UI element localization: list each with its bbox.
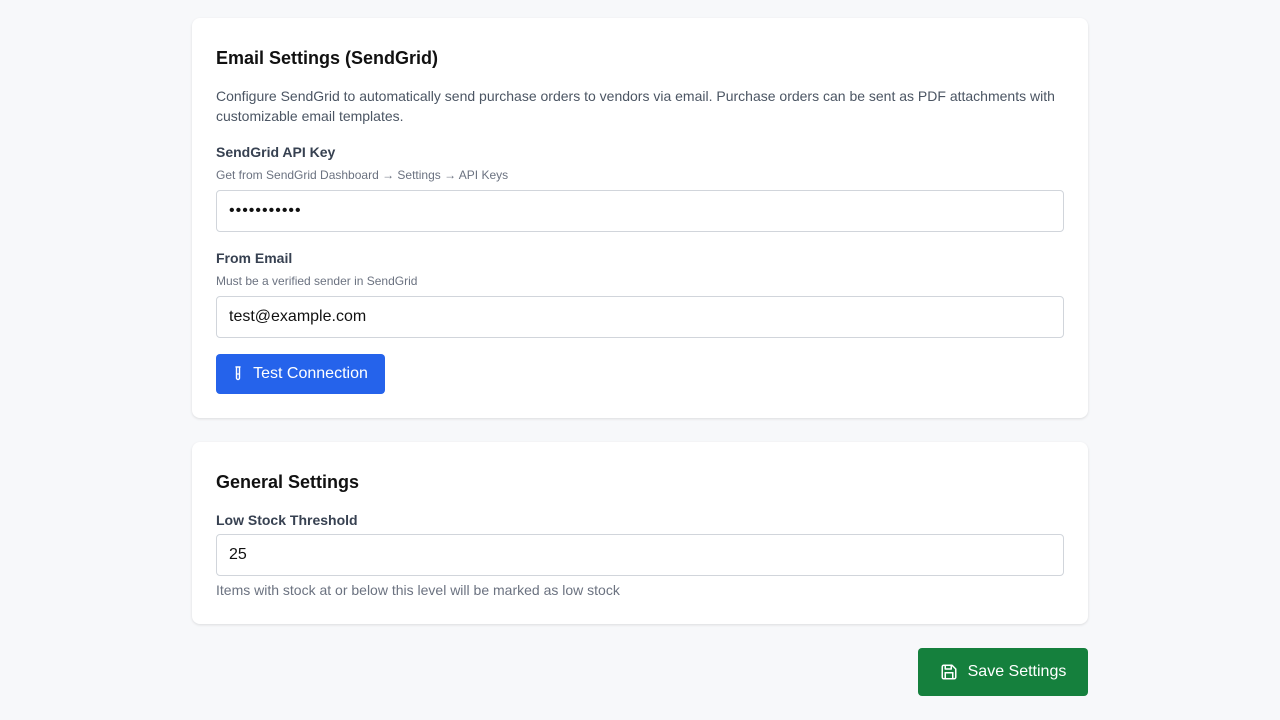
- save-settings-label: Save Settings: [967, 663, 1067, 680]
- low-stock-label: Low Stock Threshold: [216, 512, 358, 528]
- general-settings-card: General Settings Low Stock Threshold Ite…: [192, 442, 1088, 624]
- email-settings-card: Email Settings (SendGrid) Configure Send…: [192, 18, 1088, 418]
- from-email-input[interactable]: [216, 296, 1064, 338]
- test-tube-icon: [233, 366, 243, 382]
- api-key-hint: Get from SendGrid Dashboard → Settings →…: [216, 168, 509, 182]
- save-icon: [940, 663, 958, 681]
- general-settings-title: General Settings: [216, 472, 360, 492]
- low-stock-hint: Items with stock at or below this level …: [216, 582, 620, 598]
- test-connection-label: Test Connection: [253, 365, 368, 382]
- from-email-hint: Must be a verified sender in SendGrid: [216, 274, 418, 288]
- test-connection-button[interactable]: Test Connection: [216, 354, 385, 394]
- email-settings-description: Configure SendGrid to automatically send…: [216, 88, 1055, 124]
- email-settings-title: Email Settings (SendGrid): [216, 48, 439, 68]
- from-email-label: From Email: [216, 250, 293, 266]
- save-settings-button[interactable]: Save Settings: [918, 648, 1088, 696]
- api-key-label: SendGrid API Key: [216, 144, 336, 160]
- api-key-input[interactable]: [216, 190, 1064, 232]
- low-stock-input[interactable]: [216, 534, 1064, 576]
